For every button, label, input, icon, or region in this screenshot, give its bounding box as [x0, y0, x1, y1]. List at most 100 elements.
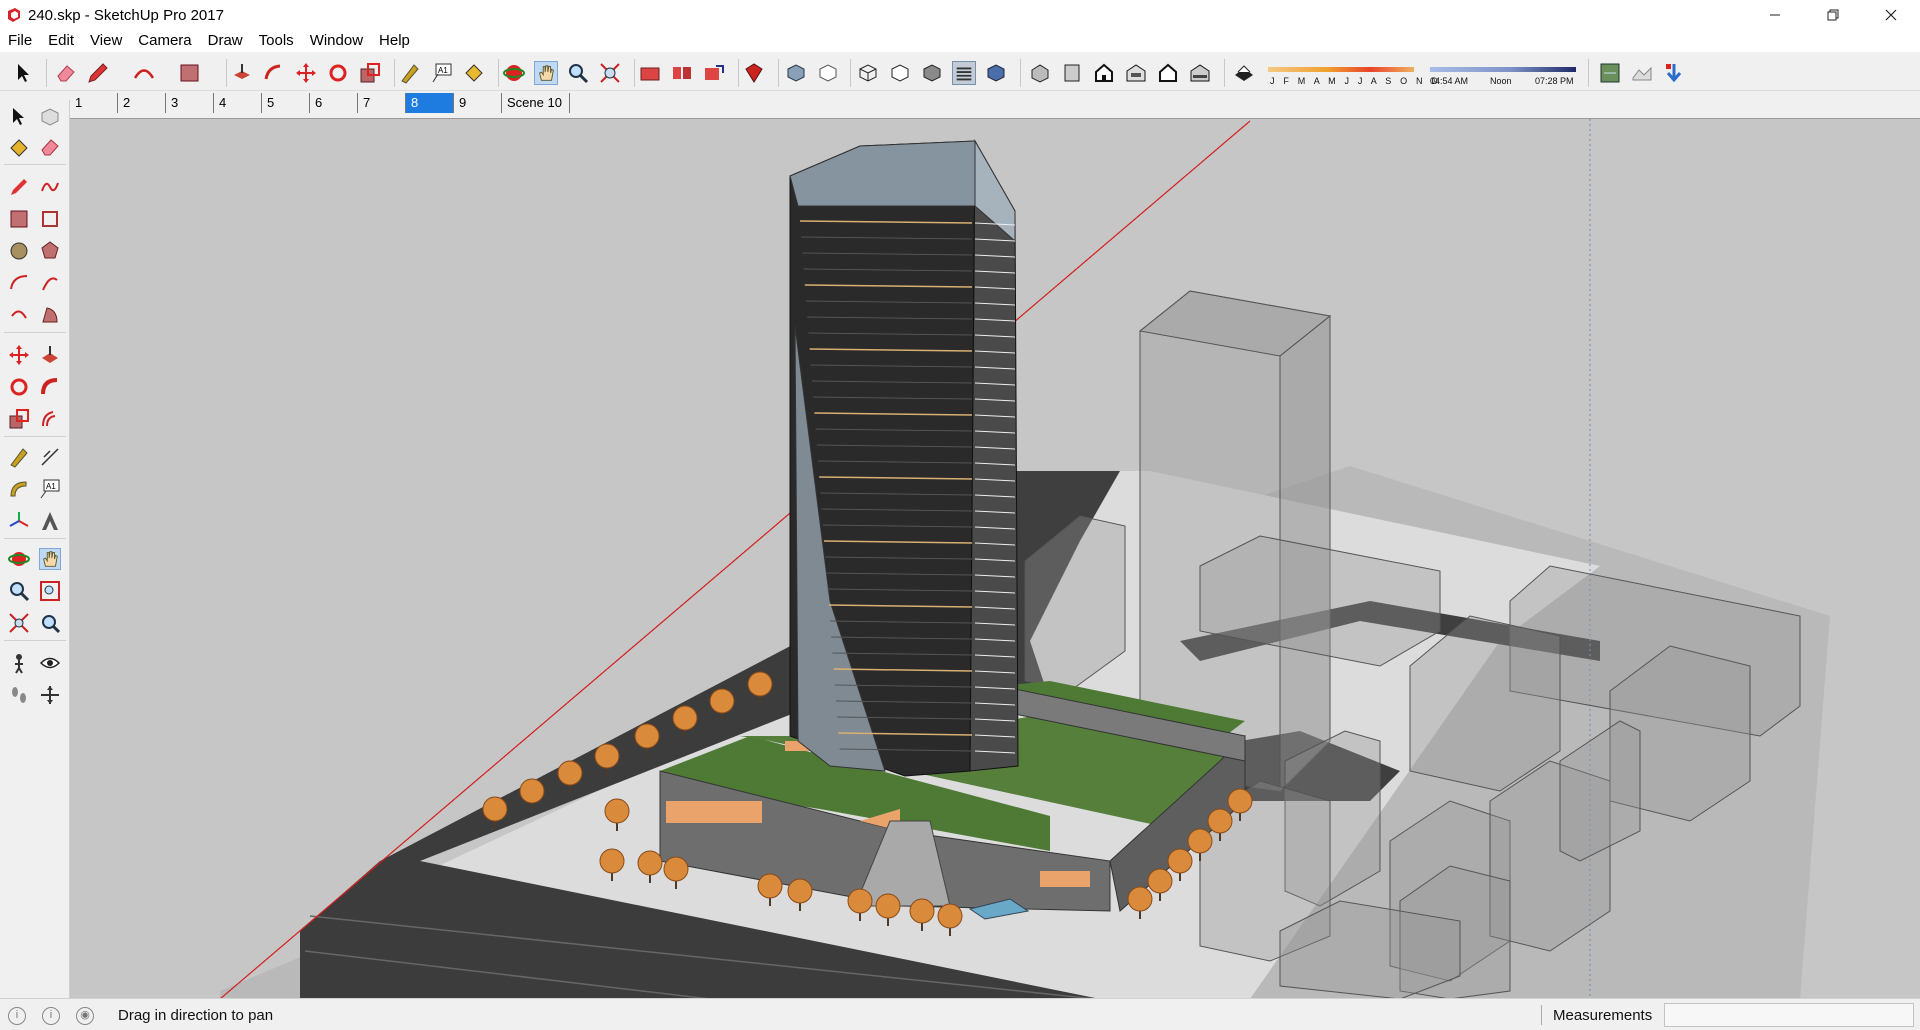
minimize-button[interactable]	[1746, 0, 1804, 30]
rectangle-icon[interactable]	[178, 61, 202, 85]
move-icon[interactable]	[294, 61, 318, 85]
photo-textures-icon[interactable]	[1662, 61, 1686, 85]
polygon-tool-icon[interactable]	[39, 240, 61, 262]
rotate-icon[interactable]	[326, 61, 350, 85]
previous-view-icon[interactable]	[39, 612, 61, 634]
scene-tab-8[interactable]: 8	[406, 93, 454, 113]
left-view-icon[interactable]	[1188, 61, 1212, 85]
look-around-eye-icon[interactable]	[39, 652, 61, 674]
back-view-icon[interactable]	[1156, 61, 1180, 85]
menu-edit[interactable]: Edit	[40, 30, 82, 52]
menu-help[interactable]: Help	[371, 30, 418, 52]
menu-camera[interactable]: Camera	[130, 30, 199, 52]
tape-measure-tool-icon[interactable]	[8, 446, 30, 468]
protractor-tool-icon[interactable]	[8, 478, 30, 500]
xray-style-icon[interactable]	[784, 61, 808, 85]
section-plane-icon[interactable]	[39, 684, 61, 706]
model-viewport[interactable]	[70, 118, 1920, 998]
scene-tab-6[interactable]: 6	[310, 93, 358, 113]
scene-tab-9[interactable]: 9	[454, 93, 502, 113]
dimension-tool-icon[interactable]	[39, 446, 61, 468]
eraser-tool-icon[interactable]	[39, 136, 61, 158]
front-view-icon[interactable]	[1092, 61, 1116, 85]
rotate-tool-icon[interactable]	[8, 376, 30, 398]
axes-tool-icon[interactable]	[8, 510, 30, 532]
pan-tool-icon[interactable]	[39, 548, 61, 570]
three-point-arc-icon[interactable]	[8, 304, 30, 326]
position-camera-icon[interactable]	[8, 652, 30, 674]
wireframe-icon[interactable]	[856, 61, 880, 85]
warehouse-icon[interactable]	[638, 61, 662, 85]
orbit-tool-icon[interactable]	[8, 548, 30, 570]
circle-tool-icon[interactable]	[8, 240, 30, 262]
scene-tab-7[interactable]: 7	[358, 93, 406, 113]
rotated-rectangle-icon[interactable]	[39, 208, 61, 230]
time-slider[interactable]	[1430, 67, 1576, 72]
scene-tab-4[interactable]: 4	[214, 93, 262, 113]
add-location-icon[interactable]	[1598, 61, 1622, 85]
back-edges-icon[interactable]	[816, 61, 840, 85]
text-icon[interactable]: A1	[430, 61, 454, 85]
top-view-icon[interactable]	[1060, 61, 1084, 85]
toggle-terrain-icon[interactable]	[1630, 61, 1654, 85]
month-slider[interactable]	[1268, 67, 1414, 72]
scene-tab-scene-10[interactable]: Scene 10	[502, 93, 570, 113]
share-model-icon[interactable]	[702, 61, 726, 85]
menu-window[interactable]: Window	[302, 30, 371, 52]
arc-icon[interactable]	[132, 61, 156, 85]
zoom-window-tool-icon[interactable]	[39, 580, 61, 602]
zoom-extents-icon[interactable]	[598, 61, 622, 85]
right-view-icon[interactable]	[1124, 61, 1148, 85]
zoom-icon[interactable]	[566, 61, 590, 85]
shadows-toggle-icon[interactable]	[1232, 61, 1256, 85]
orbit-icon[interactable]	[502, 61, 526, 85]
measurements-input[interactable]	[1664, 1003, 1914, 1027]
select-tool-icon[interactable]	[8, 106, 30, 128]
scene-tab-1[interactable]: 1	[70, 93, 118, 113]
walk-footprints-icon[interactable]	[8, 684, 30, 706]
zoom-extents-tool-icon[interactable]	[8, 612, 30, 634]
components-icon[interactable]	[670, 61, 694, 85]
offset-tool-icon[interactable]	[39, 408, 61, 430]
arc-tool-icon[interactable]	[8, 272, 30, 294]
menu-view[interactable]: View	[82, 30, 130, 52]
shaded-icon[interactable]	[920, 61, 944, 85]
two-point-arc-icon[interactable]	[39, 272, 61, 294]
iso-view-icon[interactable]	[1028, 61, 1052, 85]
3d-text-tool-icon[interactable]	[39, 510, 61, 532]
hidden-line-icon[interactable]	[888, 61, 912, 85]
monochrome-icon[interactable]	[984, 61, 1008, 85]
menu-file[interactable]: File	[0, 30, 40, 52]
menu-draw[interactable]: Draw	[200, 30, 251, 52]
follow-me-icon[interactable]	[262, 61, 286, 85]
restore-button[interactable]	[1804, 0, 1862, 30]
extension-warehouse-icon[interactable]	[742, 61, 766, 85]
text-tool-icon[interactable]: A1	[39, 478, 61, 500]
move-tool-icon[interactable]	[8, 344, 30, 366]
pan-hand-icon[interactable]	[534, 61, 558, 85]
credits-icon[interactable]: i	[42, 1007, 60, 1025]
scene-tab-5[interactable]: 5	[262, 93, 310, 113]
scene-tab-2[interactable]: 2	[118, 93, 166, 113]
follow-me-tool-icon[interactable]	[39, 376, 61, 398]
line-tool-icon[interactable]	[8, 176, 30, 198]
push-pull-icon[interactable]	[230, 61, 254, 85]
scale-tool-icon[interactable]	[8, 408, 30, 430]
push-pull-tool-icon[interactable]	[39, 344, 61, 366]
close-button[interactable]	[1862, 0, 1920, 30]
user-account-icon[interactable]: ◉	[76, 1007, 94, 1025]
zoom-tool-icon[interactable]	[8, 580, 30, 602]
geo-location-icon[interactable]: i	[8, 1007, 26, 1025]
paint-bucket-tool-icon[interactable]	[8, 136, 30, 158]
scale-icon[interactable]	[358, 61, 382, 85]
tape-measure-icon[interactable]	[398, 61, 422, 85]
shaded-textures-icon[interactable]	[952, 61, 976, 85]
make-component-icon[interactable]	[39, 106, 61, 128]
pencil-line-icon[interactable]	[86, 61, 110, 85]
pie-tool-icon[interactable]	[39, 304, 61, 326]
scene-tab-3[interactable]: 3	[166, 93, 214, 113]
paint-bucket-icon[interactable]	[462, 61, 486, 85]
select-arrow-icon[interactable]	[12, 61, 36, 85]
rectangle-tool-icon[interactable]	[8, 208, 30, 230]
eraser-icon[interactable]	[54, 61, 78, 85]
